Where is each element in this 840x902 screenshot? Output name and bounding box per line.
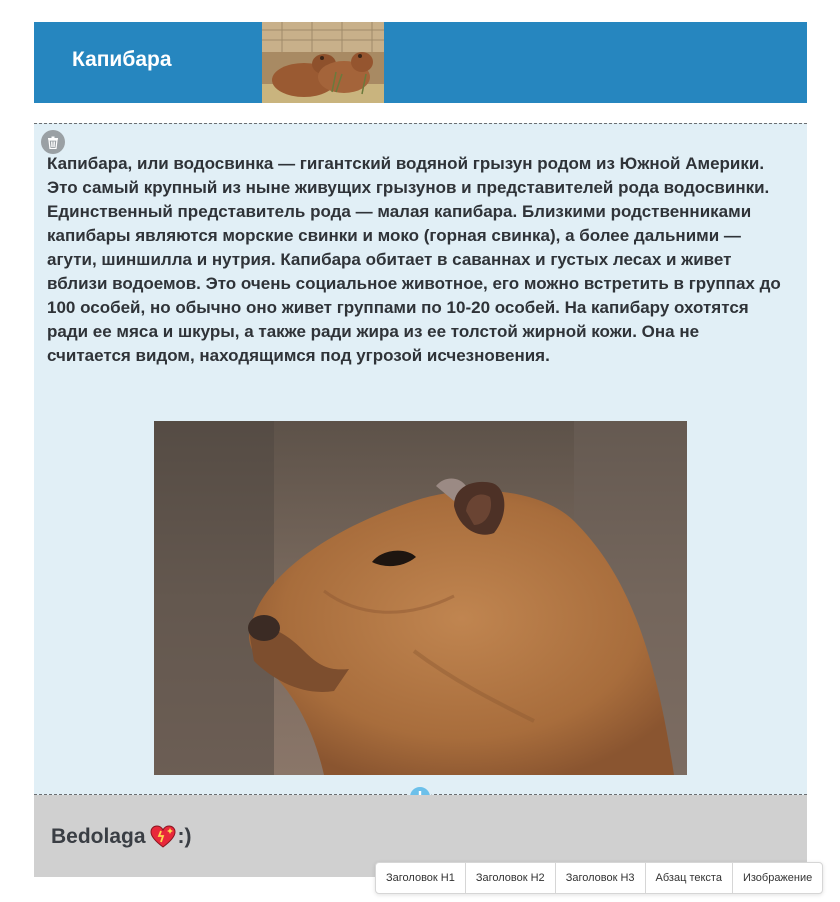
toolbar-h2-button[interactable]: Заголовок H2 xyxy=(466,863,556,893)
capybara-head-image xyxy=(154,421,687,775)
toolbar-h1-button[interactable]: Заголовок H1 xyxy=(376,863,466,893)
content-block[interactable]: Капибара, или водосвинка — гигантский во… xyxy=(34,123,807,809)
header-thumbnail[interactable] xyxy=(262,22,384,103)
footer-signature: Bedolaga :) xyxy=(51,825,192,849)
capybara-photo[interactable] xyxy=(154,421,687,775)
block-toolbar: Заголовок H1 Заголовок H2 Заголовок H3 А… xyxy=(375,862,824,894)
toolbar-image-button[interactable]: Изображение xyxy=(733,863,822,893)
toolbar-h3-button[interactable]: Заголовок H3 xyxy=(556,863,646,893)
footer-name: Bedolaga xyxy=(51,825,146,848)
toolbar-paragraph-button[interactable]: Абзац текста xyxy=(646,863,733,893)
sparkling-heart-icon xyxy=(150,825,176,849)
capybara-thumbnail-image xyxy=(262,22,384,103)
trash-icon[interactable] xyxy=(41,130,65,154)
content-dashed-area: Капибара, или водосвинка — гигантский во… xyxy=(34,123,807,795)
header: Капибара xyxy=(34,22,807,103)
content-paragraph[interactable]: Капибара, или водосвинка — гигантский во… xyxy=(47,152,787,368)
page: Капибара Капибара, или водосвинка — гига… xyxy=(34,22,807,809)
footer-suffix: :) xyxy=(177,825,192,848)
header-title[interactable]: Капибара xyxy=(72,48,172,72)
